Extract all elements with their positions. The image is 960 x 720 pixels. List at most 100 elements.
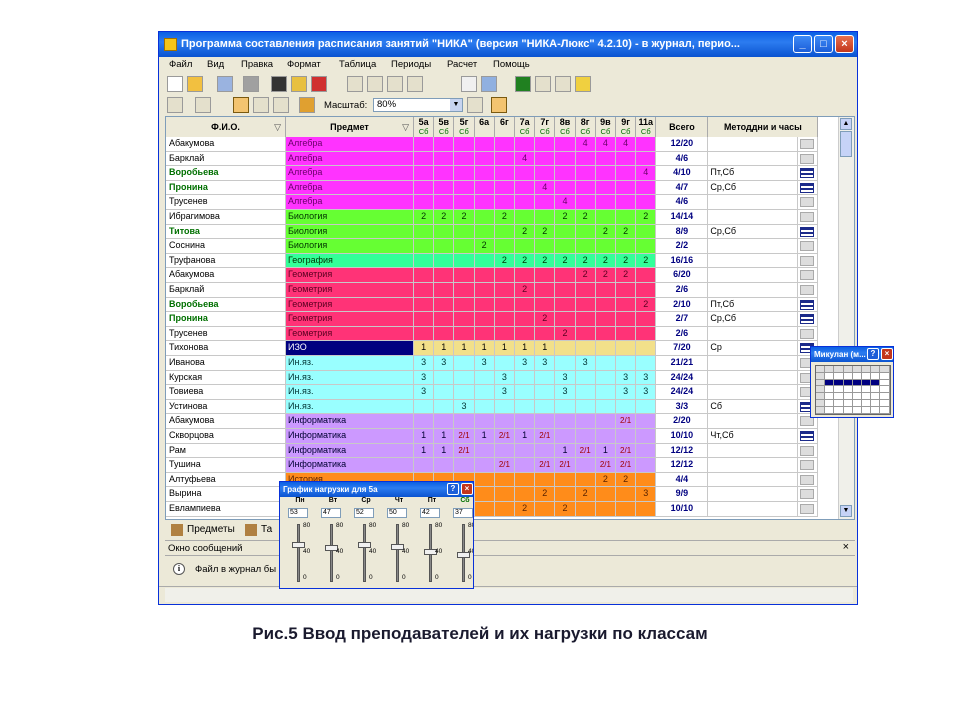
load-cell[interactable] (494, 239, 515, 254)
load-cell[interactable] (474, 458, 495, 473)
menu-format[interactable]: Формат (287, 59, 321, 70)
mini-grid-cell[interactable] (871, 393, 881, 400)
load-cell[interactable]: 2 (555, 210, 576, 225)
load-cell[interactable]: 2/1 (535, 458, 556, 473)
mini-grid-cell[interactable] (834, 366, 844, 373)
table-row[interactable]: Ибрагимова Биология 2 2 2 2 2 2 2 14/14 (166, 210, 819, 225)
edit-1-icon[interactable] (347, 76, 363, 92)
methods-cell[interactable] (708, 239, 799, 254)
methods-button[interactable] (798, 326, 819, 342)
load-cell[interactable] (535, 137, 556, 152)
load-cell[interactable] (454, 370, 475, 386)
load-cell[interactable]: 1 (434, 429, 455, 444)
load-cell[interactable] (414, 399, 435, 415)
load-cell[interactable] (515, 312, 536, 327)
mini-grid-cell[interactable] (816, 372, 826, 380)
subject-cell[interactable]: Информатика (286, 429, 414, 444)
load-cell[interactable]: 1 (555, 443, 576, 459)
teacher-name[interactable]: Рам (166, 443, 286, 459)
load-cell[interactable]: 3 (636, 370, 657, 386)
methods-cell[interactable] (708, 268, 799, 283)
load-cell[interactable] (595, 341, 616, 356)
load-cell[interactable]: 2/1 (616, 443, 637, 459)
load-cell[interactable]: 3 (515, 356, 536, 371)
load-cell[interactable] (575, 399, 596, 415)
table-row[interactable]: Барклай Геометрия 2 2/6 (166, 283, 819, 298)
methods-button[interactable] (798, 502, 819, 517)
table-row[interactable]: Товиева Ин.яз. 3 3 3 3 3 24/24 (166, 385, 819, 400)
class-column-header[interactable]: 8в Сб (555, 117, 576, 137)
load-cell[interactable] (595, 385, 616, 400)
load-cell[interactable] (595, 399, 616, 415)
load-cell[interactable] (474, 399, 495, 415)
load-cell[interactable] (454, 180, 475, 196)
load-cell[interactable] (515, 297, 536, 313)
load-cell[interactable] (414, 326, 435, 342)
subject-cell[interactable]: Биология (286, 210, 414, 225)
subject-cell[interactable]: Ин.яз. (286, 356, 414, 371)
load-cell[interactable]: 2 (535, 253, 556, 269)
load-cell[interactable]: 3 (555, 370, 576, 386)
load-value-input[interactable]: 53 (288, 508, 308, 518)
load-cell[interactable] (555, 399, 576, 415)
load-cell[interactable]: 2 (616, 253, 637, 269)
teacher-name[interactable]: Иванова (166, 356, 286, 371)
load-cell[interactable] (555, 166, 576, 181)
methods-button[interactable] (798, 180, 819, 196)
load-cell[interactable] (636, 399, 657, 415)
load-cell[interactable]: 2 (494, 210, 515, 225)
load-cell[interactable] (494, 151, 515, 167)
load-cell[interactable]: 2 (434, 210, 455, 225)
subject-cell[interactable]: ИЗО (286, 341, 414, 356)
load-cell[interactable] (636, 224, 657, 240)
load-cell[interactable] (474, 210, 495, 225)
subject-cell[interactable]: Ин.яз. (286, 385, 414, 400)
load-cell[interactable] (555, 297, 576, 313)
methods-cell[interactable] (708, 253, 799, 269)
load-cell[interactable] (474, 312, 495, 327)
mini-grid-cell[interactable] (871, 366, 881, 373)
load-cell[interactable] (414, 283, 435, 298)
load-cell[interactable] (595, 312, 616, 327)
methods-button[interactable] (798, 224, 819, 240)
load-cell[interactable] (515, 443, 536, 459)
load-cell[interactable]: 3 (494, 370, 515, 386)
methods-cell[interactable]: Ср,Сб (708, 312, 799, 327)
load-cell[interactable]: 2/1 (616, 458, 637, 473)
load-cell[interactable]: 2 (555, 253, 576, 269)
teacher-name[interactable]: Тушина (166, 458, 286, 473)
methods-cell[interactable] (708, 137, 799, 152)
load-cell[interactable] (434, 326, 455, 342)
load-cell[interactable] (474, 443, 495, 459)
teacher-name[interactable]: Воробьева (166, 297, 286, 313)
table-row[interactable]: Рам Информатика 1 1 2/1 1 2/1 1 2/1 12/12 (166, 443, 819, 459)
load-cell[interactable]: 2 (535, 312, 556, 327)
methods-button[interactable] (798, 166, 819, 181)
mini-grid-cell[interactable] (834, 386, 844, 394)
mini-grid-cell[interactable] (825, 406, 835, 414)
menu-calc[interactable]: Расчет (447, 59, 477, 70)
subject-cell[interactable]: Алгебра (286, 180, 414, 196)
load-cell[interactable] (595, 180, 616, 196)
load-cell[interactable] (616, 283, 637, 298)
load-cell[interactable]: 4 (595, 137, 616, 152)
load-cell[interactable] (616, 356, 637, 371)
table-row[interactable]: Абакумова Алгебра 4 4 4 12/20 (166, 137, 819, 152)
load-cell[interactable]: 2/1 (494, 458, 515, 473)
load-cell[interactable] (535, 414, 556, 429)
mini-grid-cell[interactable] (825, 372, 835, 380)
methods-cell[interactable] (708, 326, 799, 342)
scroll-down-icon[interactable]: ▼ (840, 505, 852, 517)
load-cell[interactable] (636, 137, 657, 152)
load-cell[interactable]: 2/1 (535, 429, 556, 444)
methods-cell[interactable] (708, 472, 799, 488)
load-cell[interactable] (414, 224, 435, 240)
load-cell[interactable] (434, 297, 455, 313)
mini-grid-cell[interactable] (825, 366, 835, 373)
load-cell[interactable] (555, 151, 576, 167)
load-cell[interactable] (616, 341, 637, 356)
load-cell[interactable] (636, 180, 657, 196)
load-cell[interactable] (555, 341, 576, 356)
load-cell[interactable] (434, 224, 455, 240)
load-cell[interactable] (636, 312, 657, 327)
